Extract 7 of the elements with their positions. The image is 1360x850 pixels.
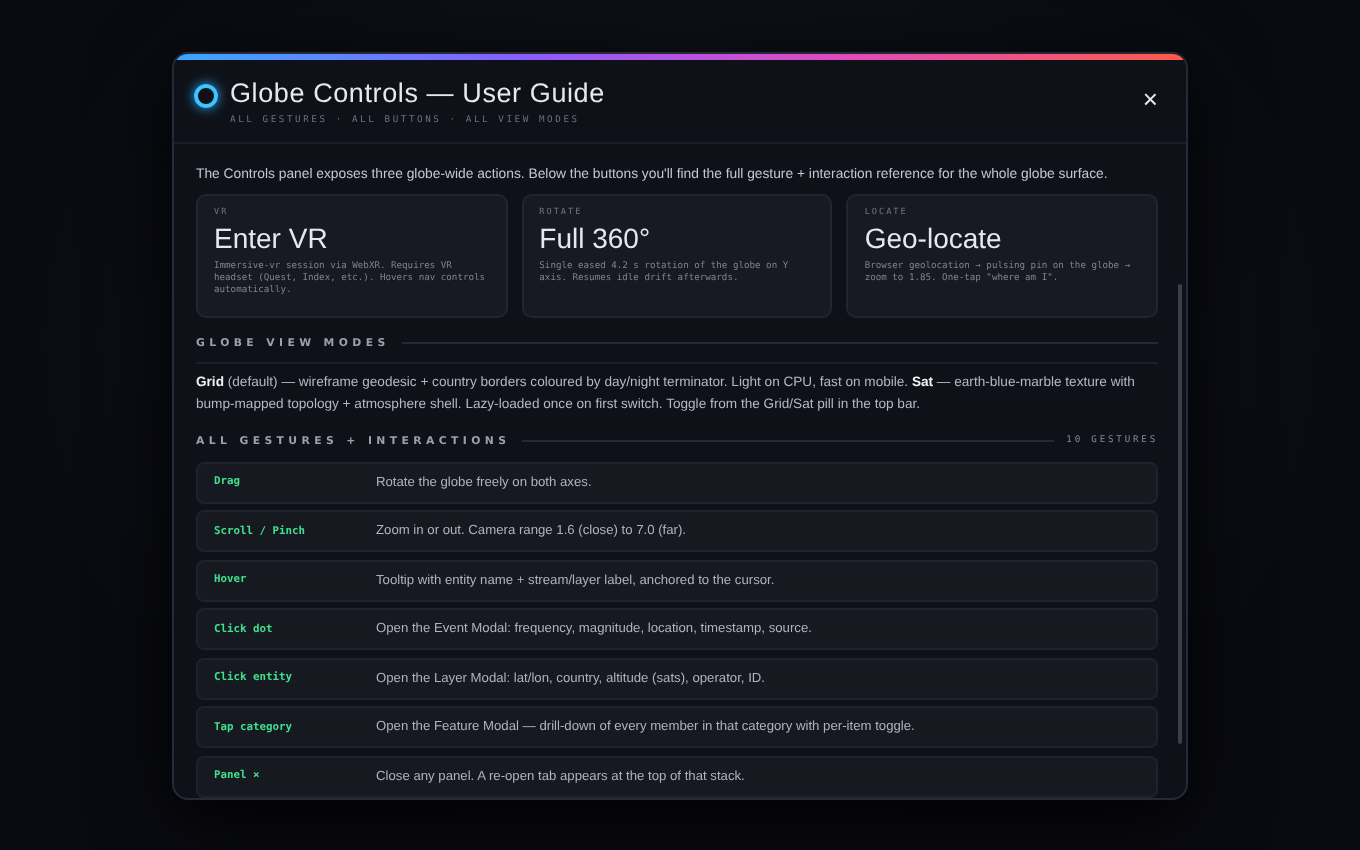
card-title: Full 360° bbox=[539, 222, 653, 254]
ring-icon bbox=[194, 84, 218, 108]
card-title: Enter VR bbox=[214, 222, 330, 254]
modal-title: Globe Controls — User Guide bbox=[230, 78, 607, 108]
scrollbar[interactable] bbox=[1178, 284, 1182, 744]
card-title: Geo-locate bbox=[864, 222, 1004, 254]
close-button[interactable]: × bbox=[1138, 86, 1162, 112]
